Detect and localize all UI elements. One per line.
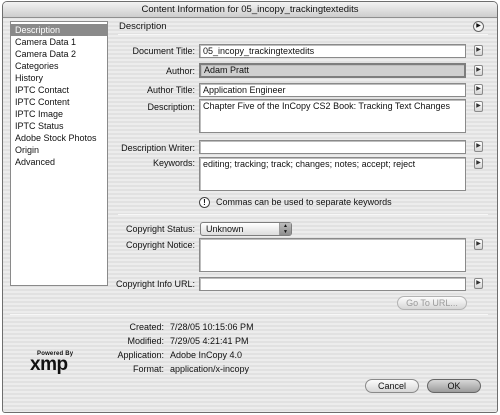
window-title: Content Information for 05_incopy_tracki… bbox=[3, 2, 497, 18]
keywords-hint: Commas can be used to separate keywords bbox=[216, 197, 392, 207]
description-writer-menu-icon[interactable]: ▶ bbox=[474, 141, 483, 152]
ok-button[interactable]: OK bbox=[427, 379, 481, 393]
modified-value: 7/29/05 4:21:41 PM bbox=[170, 336, 249, 346]
description-label: Description: bbox=[147, 102, 195, 112]
author-title-field[interactable]: Application Engineer bbox=[199, 83, 466, 97]
application-label: Application: bbox=[117, 350, 164, 360]
keywords-menu-icon[interactable]: ▶ bbox=[474, 158, 483, 169]
author-title-label: Author Title: bbox=[146, 85, 195, 95]
document-title-menu-icon[interactable]: ▶ bbox=[474, 45, 483, 56]
copyright-status-value: Unknown bbox=[206, 224, 244, 234]
panel-title: Description bbox=[119, 21, 167, 32]
modified-label: Modified: bbox=[127, 336, 164, 346]
xmp-logo: xmp bbox=[30, 354, 68, 375]
created-value: 7/28/05 10:15:06 PM bbox=[170, 322, 254, 332]
description-menu-icon[interactable]: ▶ bbox=[474, 101, 483, 112]
description-field[interactable]: Chapter Five of the InCopy CS2 Book: Tra… bbox=[199, 99, 466, 133]
panel-menu-icon[interactable]: ▶ bbox=[473, 21, 484, 32]
cancel-button[interactable]: Cancel bbox=[365, 379, 419, 393]
author-label: Author: bbox=[165, 66, 195, 76]
info-divider bbox=[10, 314, 488, 315]
description-writer-label: Description Writer: bbox=[121, 143, 195, 153]
sidebar-item-description[interactable]: Description bbox=[11, 24, 107, 36]
document-title-label: Document Title: bbox=[132, 46, 195, 56]
description-writer-field[interactable] bbox=[199, 140, 466, 154]
go-to-url-button[interactable]: Go To URL... bbox=[397, 296, 467, 310]
format-value: application/x-incopy bbox=[170, 364, 250, 374]
header-divider bbox=[118, 34, 488, 35]
copyright-url-label: Copyright Info URL: bbox=[115, 279, 195, 289]
copyright-divider bbox=[118, 214, 488, 215]
application-value: Adobe InCopy 4.0 bbox=[170, 350, 243, 360]
author-menu-icon[interactable]: ▶ bbox=[474, 65, 483, 76]
up-down-stepper-icon: ▲ ▼ bbox=[279, 223, 291, 235]
copyright-url-field[interactable] bbox=[199, 277, 466, 291]
keywords-field[interactable]: editing; tracking; track; changes; notes… bbox=[199, 157, 466, 191]
copyright-notice-field[interactable] bbox=[199, 238, 466, 272]
exclamation-icon: ! bbox=[199, 197, 210, 208]
created-label: Created: bbox=[129, 322, 164, 332]
copyright-status-label: Copyright Status: bbox=[125, 224, 195, 234]
format-label: Format: bbox=[132, 364, 164, 374]
document-title-field[interactable]: 05_incopy_trackingtextedits bbox=[199, 44, 466, 58]
sidebar-item-iptc-status[interactable]: IPTC Status bbox=[11, 120, 107, 132]
author-field[interactable]: Adam Pratt bbox=[199, 63, 466, 78]
copyright-notice-menu-icon[interactable]: ▶ bbox=[474, 239, 483, 250]
keywords-label: Keywords: bbox=[152, 158, 195, 168]
copyright-url-menu-icon[interactable]: ▶ bbox=[474, 278, 483, 289]
author-title-menu-icon[interactable]: ▶ bbox=[474, 84, 483, 95]
copyright-status-select[interactable]: Unknown ▲ ▼ bbox=[200, 222, 292, 236]
copyright-notice-label: Copyright Notice: bbox=[125, 240, 195, 250]
